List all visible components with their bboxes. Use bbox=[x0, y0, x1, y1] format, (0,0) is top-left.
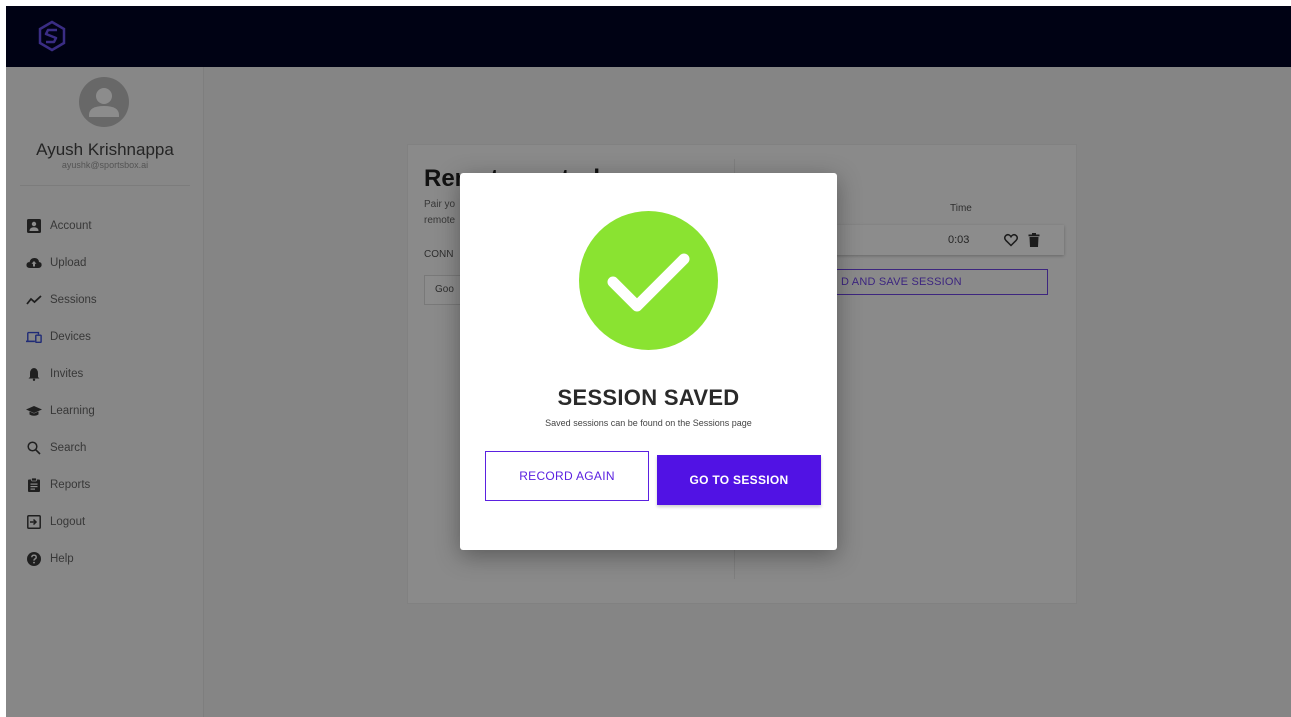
modal-title: SESSION SAVED bbox=[557, 385, 740, 410]
modal-subtitle: Saved sessions can be found on the Sessi… bbox=[545, 418, 752, 428]
record-again-button[interactable]: RECORD AGAIN bbox=[485, 451, 649, 501]
app-window: Ayush Krishnappa ayushk@sportsbox.ai Acc… bbox=[6, 6, 1291, 717]
go-to-session-button[interactable]: GO TO SESSION bbox=[657, 455, 821, 505]
session-saved-dialog: SESSION SAVED Saved sessions can be foun… bbox=[460, 173, 837, 550]
checkmark-circle-icon bbox=[579, 211, 718, 350]
